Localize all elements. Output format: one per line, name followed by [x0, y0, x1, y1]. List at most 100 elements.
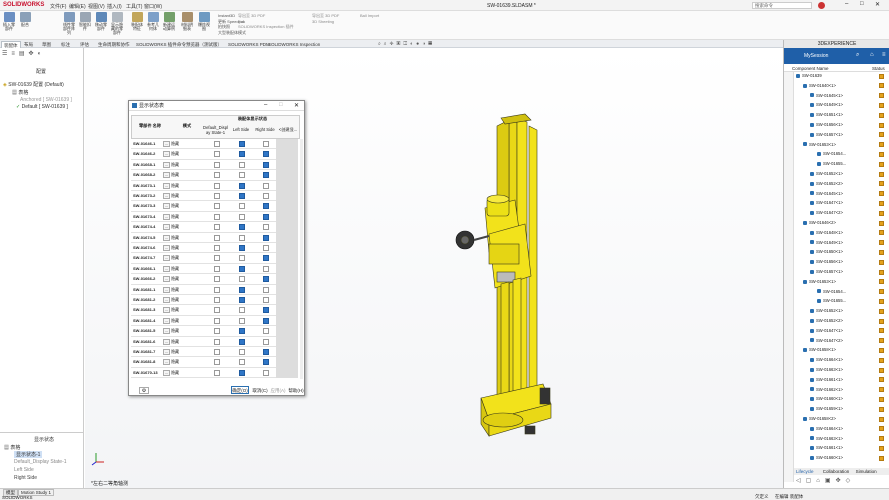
display-state-checkbox[interactable]: [239, 338, 245, 345]
display-state-checkbox[interactable]: [239, 286, 245, 293]
display-state-checkbox[interactable]: [239, 349, 245, 355]
sheeting-button[interactable]: 3D Sheeting: [312, 19, 339, 25]
tree-item[interactable]: SW-01647<1>: [810, 200, 843, 206]
component-browse-button[interactable]: …: [163, 245, 170, 251]
display-state-checkbox[interactable]: [214, 213, 220, 220]
config-root[interactable]: ◈ SW-01639 配置 (Default): [3, 81, 64, 88]
insert-component-button[interactable]: 插入零部件: [2, 12, 16, 31]
mode-value[interactable]: 隐藏: [171, 339, 179, 345]
mode-value[interactable]: 隐藏: [171, 224, 179, 230]
display-state-checkbox[interactable]: [263, 307, 269, 314]
display-state-checkbox[interactable]: [214, 151, 220, 158]
tree-item[interactable]: SW-01661<1>: [810, 377, 843, 383]
display-state-checkbox[interactable]: [214, 255, 220, 262]
component-browse-button[interactable]: …: [163, 317, 170, 324]
menu-edit[interactable]: 编辑(E): [69, 3, 86, 10]
bottom-toolbar-icons[interactable]: ◁▢⌂▣✥◇: [796, 477, 855, 484]
display-state-checkbox[interactable]: [239, 359, 245, 366]
display-state-checkbox[interactable]: [214, 338, 220, 345]
bom-button[interactable]: 材料明细表: [180, 12, 194, 31]
display-state-checkbox[interactable]: [239, 245, 245, 251]
display-state-checkbox[interactable]: [263, 328, 269, 335]
display-state-checkbox[interactable]: [239, 307, 245, 314]
ball-import-button[interactable]: Ball Import: [360, 13, 379, 19]
tree-item[interactable]: SW-01640<1>: [803, 83, 836, 89]
tab-sw-addins[interactable]: SOLIDWORKS 插件: [134, 41, 179, 48]
menu-view[interactable]: 视图(V): [88, 3, 105, 10]
display-state-checkbox[interactable]: [263, 172, 269, 179]
tree-item[interactable]: SW-01652<1>: [810, 171, 843, 177]
menu-icon[interactable]: ≡: [882, 52, 886, 58]
display-state-checkbox[interactable]: [239, 297, 245, 303]
display-state-checkbox[interactable]: [239, 317, 245, 324]
component-browse-button[interactable]: …: [163, 213, 170, 220]
mode-value[interactable]: 隐藏: [171, 276, 179, 282]
dialog-maximize-icon[interactable]: □: [279, 102, 283, 108]
tree-item[interactable]: SW-01657<1>: [810, 132, 843, 138]
tree-item[interactable]: SW-01652<2>: [810, 318, 843, 324]
component-browse-button[interactable]: …: [163, 224, 170, 231]
display-state-checkbox[interactable]: [214, 328, 220, 335]
view-toolbar-icons[interactable]: ⌕⌕✥▣◫◐●◑▦: [378, 41, 435, 47]
display-state-checkbox[interactable]: [239, 141, 245, 147]
display-state-checkbox[interactable]: [214, 182, 220, 189]
tree-item[interactable]: SW-01651<1>: [810, 112, 843, 118]
display-state-checkbox[interactable]: [214, 172, 220, 179]
tree-item[interactable]: SW-01658<2>: [803, 416, 836, 422]
mode-value[interactable]: 隐藏: [171, 151, 179, 157]
component-browse-button[interactable]: …: [163, 203, 170, 210]
mode-value[interactable]: 隐藏: [171, 266, 179, 272]
component-browse-button[interactable]: …: [163, 141, 170, 147]
tab-markup[interactable]: 标注: [59, 41, 72, 48]
tree-item[interactable]: SW-01654...: [817, 289, 846, 295]
component-browse-button[interactable]: …: [163, 182, 170, 189]
assembly-features-button[interactable]: 装配体特征: [130, 12, 144, 31]
tab-inspection[interactable]: SOLIDWORKS Inspection: [266, 41, 322, 48]
display-state-checkbox[interactable]: [263, 317, 269, 324]
tab-command-preview[interactable]: 命令预览器（测试版）: [175, 41, 224, 48]
mode-value[interactable]: 隐藏: [171, 297, 179, 303]
display-state-checkbox[interactable]: [263, 369, 269, 376]
display-state-checkbox[interactable]: [214, 307, 220, 314]
menu-window[interactable]: 窗口(W): [144, 3, 162, 10]
tab-layout[interactable]: 布局: [22, 41, 35, 48]
new-motion-study-button[interactable]: 新建运动算例: [162, 12, 176, 31]
display-state-checkbox[interactable]: [214, 349, 220, 355]
display-state-checkbox[interactable]: [263, 213, 269, 220]
display-state-checkbox[interactable]: [214, 286, 220, 293]
component-browse-button[interactable]: …: [163, 172, 170, 179]
display-state-checkbox[interactable]: [214, 245, 220, 251]
display-state-checkbox[interactable]: [239, 328, 245, 335]
tree-item[interactable]: SW-01664<1>: [810, 357, 843, 363]
exploded-view-button[interactable]: 爆炸视图: [197, 12, 211, 31]
tree-item[interactable]: SW-01650<1>: [810, 249, 843, 255]
component-browse-button[interactable]: …: [163, 338, 170, 345]
minimize-icon[interactable]: –: [845, 1, 848, 7]
tree-item[interactable]: SW-01660<1>: [810, 455, 843, 461]
mode-value[interactable]: 隐藏: [171, 370, 179, 376]
mode-value[interactable]: 隐藏: [171, 307, 179, 313]
tree-item[interactable]: SW-01639: [796, 73, 822, 79]
display-state-checkbox[interactable]: [263, 161, 269, 168]
display-state-checkbox[interactable]: [263, 193, 269, 199]
display-state-checkbox[interactable]: [263, 359, 269, 366]
mode-value[interactable]: 隐藏: [171, 328, 179, 334]
mode-value[interactable]: 隐藏: [171, 349, 179, 355]
smart-fastener-button[interactable]: 智能扣件: [78, 12, 92, 31]
menu-insert[interactable]: 插入(I): [107, 3, 122, 10]
linear-pattern-button[interactable]: 线性零部件阵列: [62, 12, 76, 35]
display-state-checkbox[interactable]: [214, 297, 220, 303]
component-browse-button[interactable]: …: [163, 328, 170, 335]
tree-item[interactable]: SW-01645<1>: [810, 191, 843, 197]
mode-value[interactable]: 隐藏: [171, 235, 179, 241]
config-anchored[interactable]: Anchored [ SW-01639 ]: [20, 97, 72, 103]
mode-value[interactable]: 隐藏: [171, 193, 179, 199]
mode-value[interactable]: 隐藏: [171, 359, 179, 365]
tree-item[interactable]: SW-01663<1>: [810, 367, 843, 373]
display-state-checkbox[interactable]: [263, 276, 269, 283]
display-state-checkbox[interactable]: [263, 182, 269, 189]
display-state-checkbox[interactable]: [214, 193, 220, 199]
display-state-checkbox[interactable]: [239, 265, 245, 272]
mode-value[interactable]: 隐藏: [171, 141, 179, 147]
tree-item[interactable]: SW-01649<1>: [810, 102, 843, 108]
